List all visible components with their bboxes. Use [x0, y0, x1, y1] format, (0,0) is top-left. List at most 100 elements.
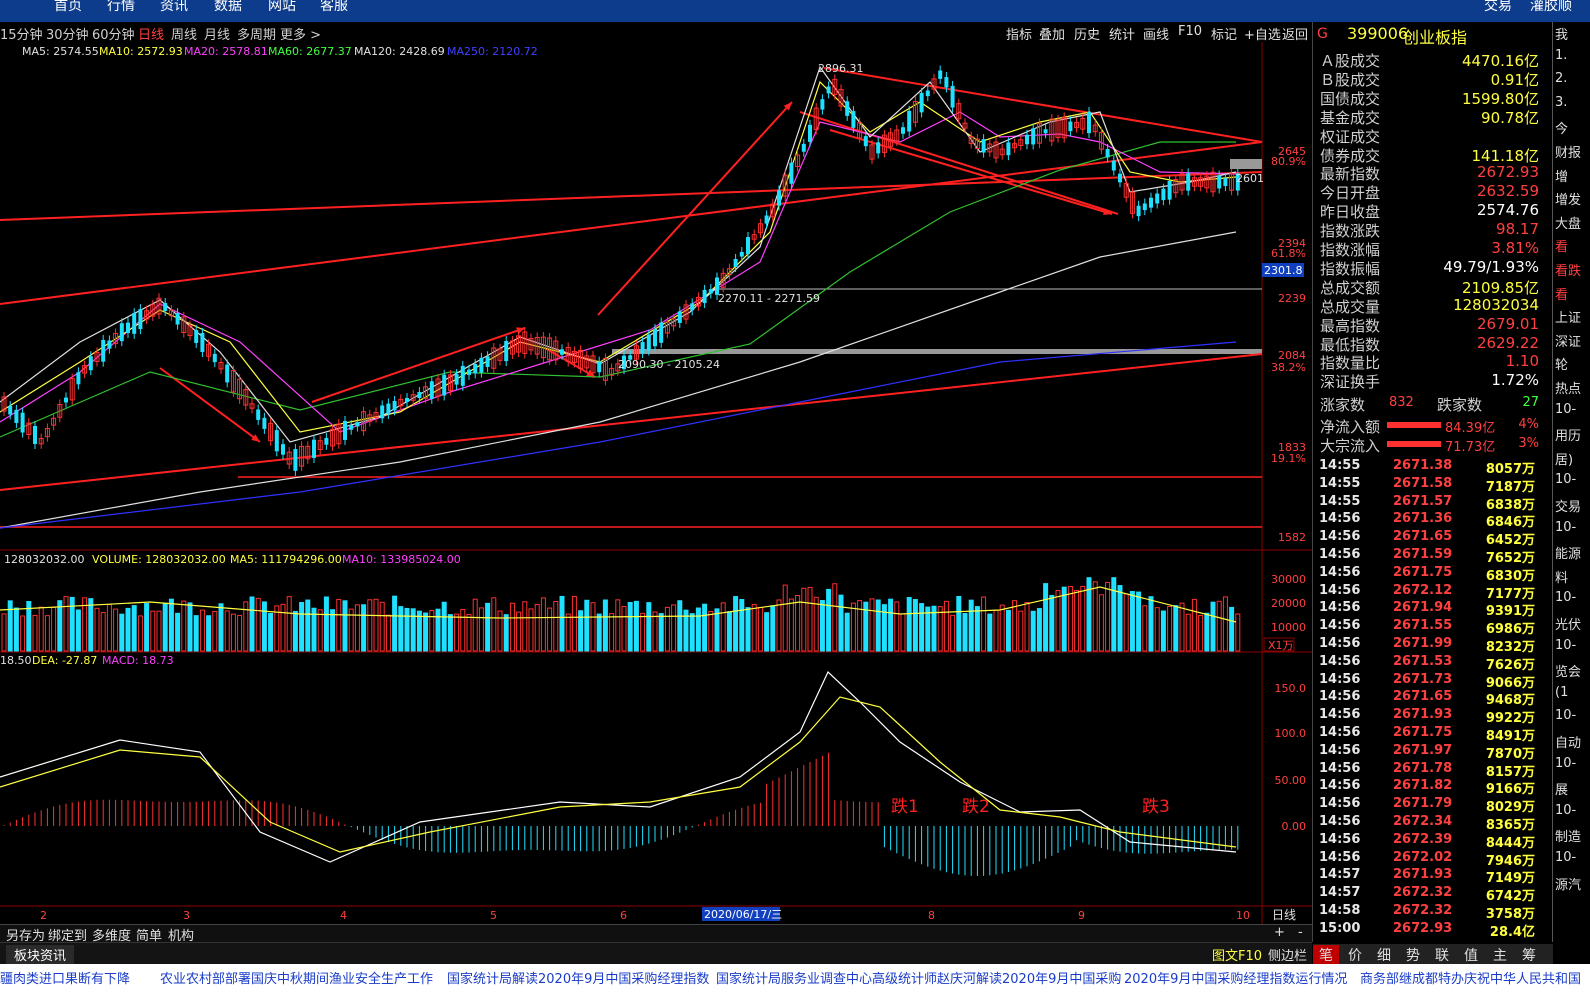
- zoom-out-button[interactable]: -: [1298, 925, 1303, 940]
- volume-bar: [454, 613, 460, 652]
- user-menu[interactable]: 灌胶顺: [1530, 0, 1572, 15]
- tool-8[interactable]: 返回: [1282, 24, 1308, 43]
- volume-bar: [987, 613, 993, 652]
- tool-6[interactable]: 标记: [1211, 24, 1237, 43]
- panel-tab-7[interactable]: 筹: [1516, 945, 1542, 965]
- tool-0[interactable]: 指标: [1006, 24, 1032, 43]
- period-6[interactable]: 多周期: [237, 24, 276, 43]
- side-news-item[interactable]: (1: [1555, 685, 1568, 700]
- period-1[interactable]: 30分钟: [46, 24, 89, 43]
- side-news-item[interactable]: 1.: [1555, 48, 1567, 63]
- news-item[interactable]: 2020年9月中国采购经理指数运行情况: [1124, 968, 1347, 987]
- x-tick: 8: [928, 909, 935, 922]
- panel-tab-4[interactable]: 联: [1429, 945, 1455, 965]
- side-news-item[interactable]: 轮: [1555, 354, 1568, 373]
- side-news-item[interactable]: 览会: [1555, 661, 1581, 680]
- panel-tab-0[interactable]: 笔: [1313, 945, 1339, 965]
- side-news-item[interactable]: 3.: [1555, 95, 1567, 110]
- side-news-item[interactable]: 深证: [1555, 331, 1581, 350]
- quote-label: 最低指数: [1320, 335, 1381, 354]
- period-7[interactable]: 更多 >: [280, 24, 321, 43]
- period-4[interactable]: 周线: [171, 24, 197, 43]
- side-news-item[interactable]: 10-: [1555, 638, 1576, 653]
- candle-down: [1186, 173, 1191, 191]
- side-news-item[interactable]: 交易: [1555, 496, 1581, 515]
- side-news-item[interactable]: 展: [1555, 779, 1568, 798]
- ma-legend-2: MA20: 2578.81: [184, 45, 268, 58]
- news-item[interactable]: 国家统计局服务业调查中心高级统计师赵庆河解读2020年9月中国采购: [716, 968, 1121, 987]
- side-news-item[interactable]: 增发: [1555, 189, 1581, 208]
- tool-3[interactable]: 统计: [1109, 24, 1135, 43]
- f10-link[interactable]: 图文F10: [1212, 945, 1262, 964]
- side-news-item[interactable]: 10-: [1555, 850, 1576, 865]
- news-item[interactable]: 国家统计局解读2020年9月中国采购经理指数: [447, 968, 709, 987]
- news-item[interactable]: 疆肉类进口果断有下降: [0, 968, 130, 987]
- side-news-item[interactable]: 源汽: [1555, 874, 1581, 893]
- side-news-item[interactable]: 今: [1555, 118, 1568, 137]
- tool-4[interactable]: 画线: [1143, 24, 1169, 43]
- side-news-item[interactable]: 自动: [1555, 732, 1581, 751]
- side-news-item[interactable]: 2.: [1555, 71, 1567, 86]
- panel-tab-6[interactable]: 主: [1487, 945, 1513, 965]
- top-menu-0[interactable]: 首页: [54, 0, 82, 15]
- kline-chart[interactable]: MA5: 2574.55 MA10: 2572.93 MA20: 2578.81 MA…: [0, 42, 1312, 926]
- side-news-item[interactable]: 制造: [1555, 826, 1581, 845]
- side-news-item[interactable]: 能源: [1555, 543, 1581, 562]
- sector-news-tab[interactable]: 板块资讯: [6, 945, 75, 964]
- tool-1[interactable]: 叠加: [1039, 24, 1065, 43]
- volume-bar: [999, 604, 1005, 652]
- sidebar-toggle[interactable]: 侧边栏: [1268, 945, 1307, 964]
- period-0[interactable]: 15分钟: [0, 24, 43, 43]
- top-menu-3[interactable]: 数据: [214, 0, 242, 15]
- candle-down: [460, 365, 465, 386]
- volume-bar: [1210, 601, 1216, 652]
- quote-value: 2574.76: [1476, 201, 1539, 220]
- news-item[interactable]: 商务部继成都特办庆祝中华人民共和国: [1360, 968, 1581, 987]
- volume-bar: [13, 607, 19, 652]
- volume-bar: [745, 607, 751, 652]
- side-news-item[interactable]: 10-: [1555, 590, 1576, 605]
- side-news-item[interactable]: 10-: [1555, 472, 1576, 487]
- side-news-item[interactable]: 看: [1555, 284, 1568, 303]
- zoom-in-button[interactable]: +: [1274, 925, 1285, 940]
- side-news-item[interactable]: 大盘: [1555, 213, 1581, 232]
- period-5[interactable]: 月线: [204, 24, 230, 43]
- side-news-item[interactable]: 财报: [1555, 142, 1581, 161]
- period-3[interactable]: 日线: [138, 24, 164, 43]
- side-news-item[interactable]: 居): [1555, 449, 1573, 468]
- tool-2[interactable]: 历史: [1074, 24, 1100, 43]
- side-news-item[interactable]: 10-: [1555, 402, 1576, 417]
- trade-menu[interactable]: 交易: [1484, 0, 1512, 15]
- top-menu-2[interactable]: 资讯: [160, 0, 188, 15]
- quote-label: 最高指数: [1320, 316, 1381, 335]
- side-news-item[interactable]: 10-: [1555, 803, 1576, 818]
- panel-tab-3[interactable]: 势: [1400, 945, 1426, 965]
- side-news-item[interactable]: 看: [1555, 236, 1568, 255]
- side-news-item[interactable]: 增: [1555, 166, 1568, 185]
- candle-down: [119, 323, 124, 342]
- side-news-item[interactable]: 10-: [1555, 756, 1576, 771]
- panel-tab-2[interactable]: 细: [1371, 945, 1397, 965]
- side-news-item[interactable]: 热点: [1555, 378, 1581, 397]
- side-news-item[interactable]: 用历: [1555, 425, 1581, 444]
- tool-7[interactable]: +自选: [1244, 24, 1281, 43]
- side-news-item[interactable]: 10-: [1555, 520, 1576, 535]
- side-news-item[interactable]: 上证: [1555, 307, 1581, 326]
- side-news-item[interactable]: 10-: [1555, 708, 1576, 723]
- top-menu-1[interactable]: 行情: [107, 0, 135, 15]
- side-news-item[interactable]: 料: [1555, 567, 1568, 586]
- side-news-item[interactable]: 我: [1555, 24, 1568, 43]
- side-news-item[interactable]: 看跌: [1555, 260, 1581, 279]
- panel-tab-5[interactable]: 值: [1458, 945, 1484, 965]
- tool-5[interactable]: F10: [1178, 24, 1202, 39]
- top-menu-5[interactable]: 客服: [320, 0, 348, 15]
- candle-down: [1111, 160, 1116, 171]
- volume-bar: [1129, 591, 1135, 652]
- volume-bar: [609, 613, 615, 652]
- side-news-item[interactable]: 光伏: [1555, 614, 1581, 633]
- period-2[interactable]: 60分钟: [92, 24, 135, 43]
- panel-tab-1[interactable]: 价: [1342, 945, 1368, 965]
- candle-down: [504, 340, 509, 362]
- top-menu-4[interactable]: 网站: [268, 0, 296, 15]
- news-item[interactable]: 农业农村部部署国庆中秋期间渔业安全生产工作: [160, 968, 433, 987]
